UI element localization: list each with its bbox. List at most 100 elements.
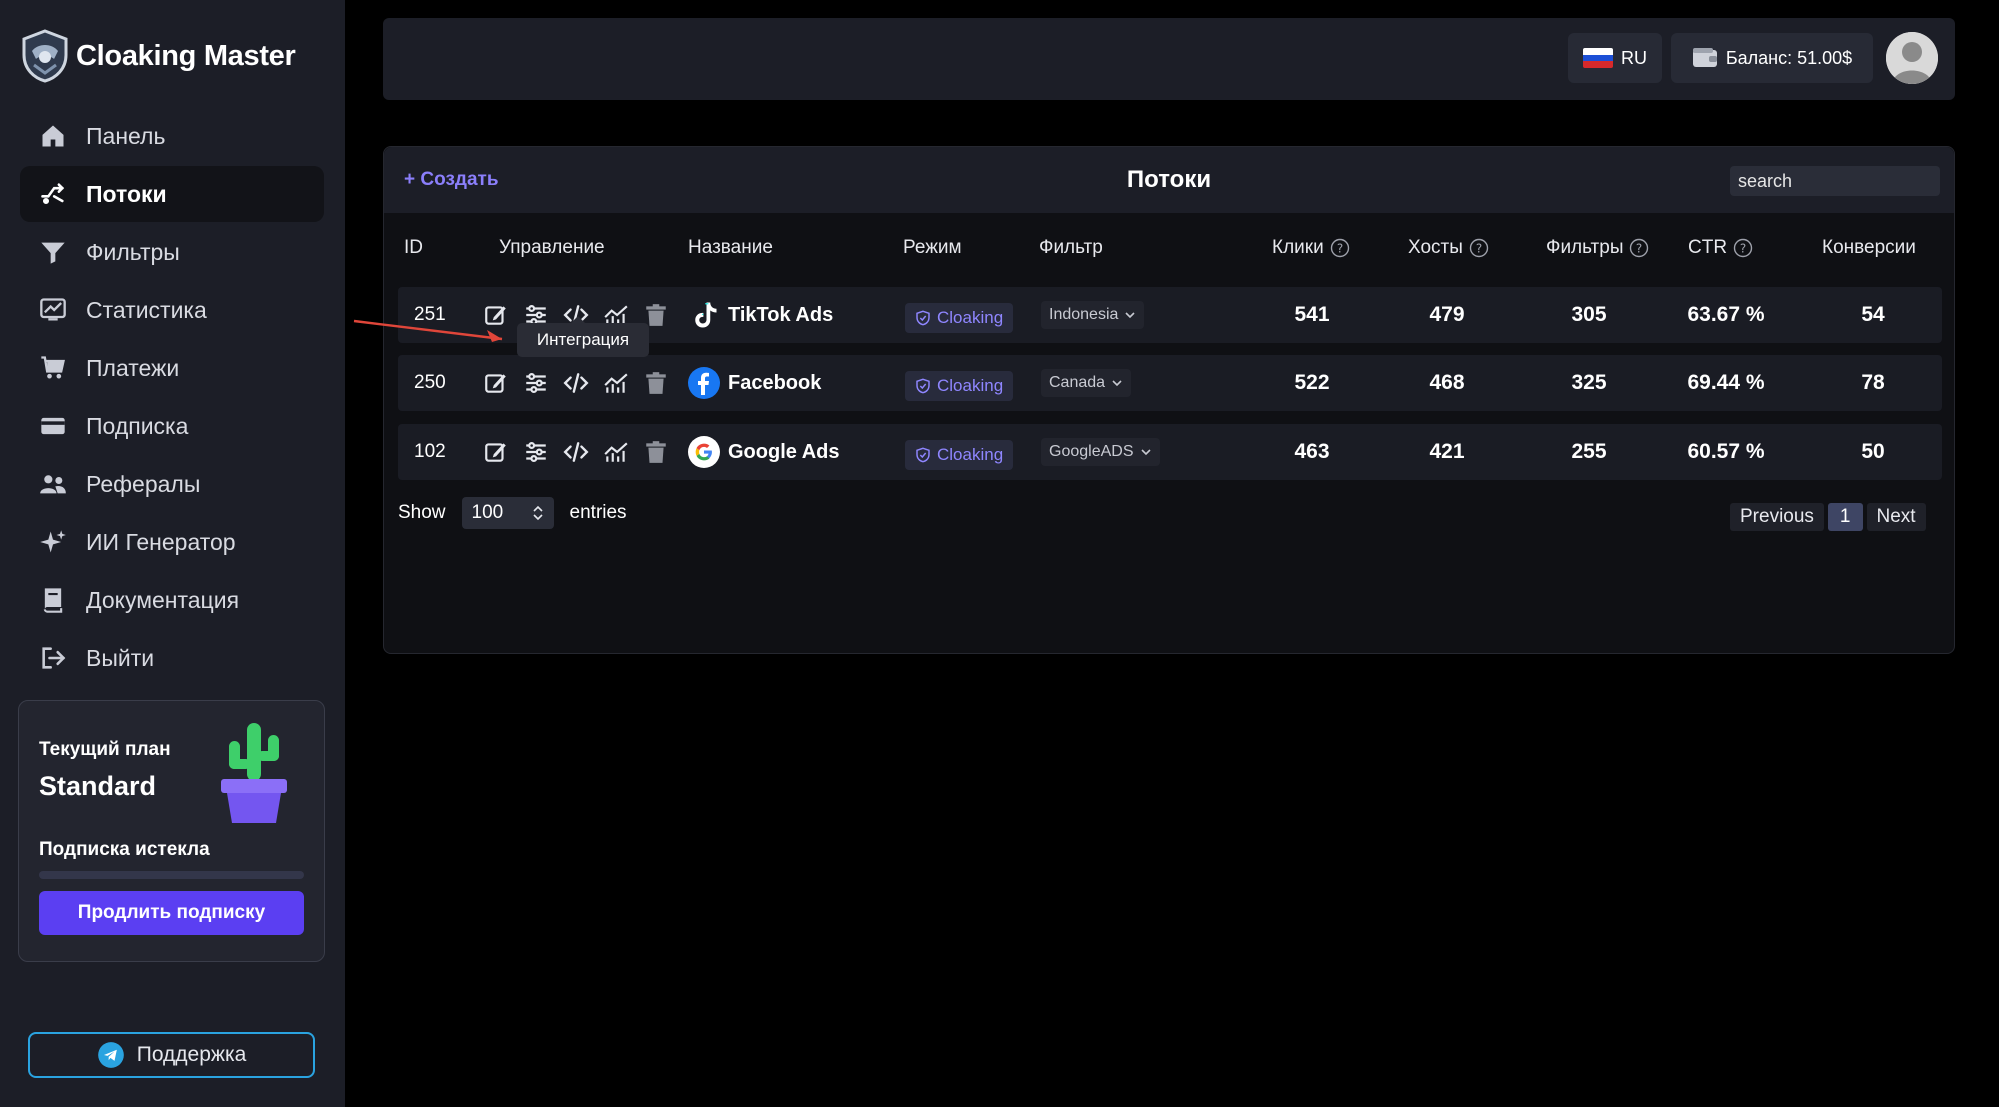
question-icon[interactable]: ? bbox=[1330, 238, 1350, 258]
show-label: Show bbox=[398, 502, 446, 523]
cell-ctr: 63.67 % bbox=[1687, 303, 1765, 326]
sidebar-item-referrals[interactable]: Рефералы bbox=[20, 456, 324, 512]
column-header-name[interactable]: Название bbox=[688, 237, 773, 259]
cell-filters: 325 bbox=[1571, 371, 1607, 394]
language-selector[interactable]: RU bbox=[1568, 33, 1662, 83]
cactus-icon bbox=[221, 723, 287, 823]
streams-icon bbox=[38, 179, 68, 209]
users-icon bbox=[38, 469, 68, 499]
column-header-hosts[interactable]: Хосты ? bbox=[1408, 237, 1489, 259]
page-length-control: Show 100 entries bbox=[398, 497, 627, 529]
edit-icon[interactable] bbox=[482, 369, 510, 397]
sidebar-item-documentation[interactable]: Документация bbox=[20, 572, 324, 628]
cell-hosts: 421 bbox=[1429, 440, 1465, 463]
sidebar-item-label: Рефералы bbox=[86, 470, 201, 497]
sidebar-item-filters[interactable]: Фильтры bbox=[20, 224, 324, 280]
sidebar-item-label: Фильтры bbox=[86, 238, 180, 265]
sidebar-item-label: Подписка bbox=[86, 412, 189, 439]
pagination-next[interactable]: Next bbox=[1866, 503, 1926, 531]
search-input[interactable] bbox=[1730, 166, 1940, 196]
sidebar: Cloaking Master Панель Потоки Фильтры Ст… bbox=[0, 0, 345, 1107]
trash-icon[interactable] bbox=[642, 369, 670, 397]
column-header-filter[interactable]: Фильтр bbox=[1039, 237, 1103, 259]
column-header-label: Клики bbox=[1272, 237, 1324, 258]
svg-text:?: ? bbox=[1337, 242, 1343, 256]
table-row: 250 Facebook Cloaking Canada 522 468 325… bbox=[398, 355, 1942, 411]
code-integration-icon[interactable] bbox=[562, 369, 590, 397]
brand-name: Cloaking Master bbox=[76, 39, 296, 72]
filter-select[interactable]: GoogleADS bbox=[1041, 438, 1160, 466]
facebook-logo-icon bbox=[688, 367, 720, 399]
column-header-clicks[interactable]: Клики ? bbox=[1272, 237, 1350, 259]
question-icon[interactable]: ? bbox=[1469, 238, 1489, 258]
sparkles-icon bbox=[38, 527, 68, 557]
cell-name[interactable]: TikTok Ads bbox=[688, 287, 833, 343]
user-placeholder-icon bbox=[1886, 32, 1938, 84]
stream-name: Google Ads bbox=[728, 440, 840, 463]
support-label: Поддержка bbox=[136, 1043, 247, 1066]
cell-name[interactable]: Google Ads bbox=[688, 424, 839, 480]
support-button[interactable]: Поддержка bbox=[28, 1032, 315, 1078]
question-icon[interactable]: ? bbox=[1733, 238, 1753, 258]
shield-check-icon bbox=[916, 447, 930, 463]
cell-name[interactable]: Facebook bbox=[688, 355, 821, 411]
sidebar-item-payments[interactable]: Платежи bbox=[20, 340, 324, 396]
column-header-mode[interactable]: Режим bbox=[903, 237, 962, 259]
mode-label: Cloaking bbox=[937, 445, 1004, 464]
home-icon bbox=[38, 121, 68, 151]
filter-icon bbox=[38, 237, 68, 267]
svg-text:?: ? bbox=[1476, 242, 1482, 256]
trash-icon[interactable] bbox=[642, 438, 670, 466]
pagination-page-1[interactable]: 1 bbox=[1827, 503, 1863, 531]
page-title: Потоки bbox=[1126, 166, 1212, 193]
stats-chart-icon[interactable] bbox=[602, 369, 630, 397]
pagination: Previous 1 Next bbox=[1730, 503, 1926, 531]
sidebar-item-subscription[interactable]: Подписка bbox=[20, 398, 324, 454]
cell-filter: GoogleADS bbox=[1041, 424, 1160, 480]
sidebar-item-logout[interactable]: Выйти bbox=[20, 630, 324, 686]
table-header: ID Управление Название Режим Фильтр Клик… bbox=[398, 237, 1942, 277]
card-icon bbox=[38, 411, 68, 441]
cell-conversions: 50 bbox=[1861, 440, 1885, 463]
code-integration-icon[interactable] bbox=[562, 438, 590, 466]
filter-select[interactable]: Canada bbox=[1041, 369, 1132, 397]
edit-icon[interactable] bbox=[482, 438, 510, 466]
page-length-select[interactable]: 100 bbox=[461, 497, 554, 529]
column-header-id[interactable]: ID bbox=[404, 237, 423, 259]
sidebar-item-dashboard[interactable]: Панель bbox=[20, 108, 324, 164]
wallet-icon bbox=[1692, 48, 1717, 67]
user-avatar[interactable] bbox=[1886, 32, 1938, 84]
stats-chart-icon[interactable] bbox=[602, 438, 630, 466]
shield-logo-icon bbox=[22, 29, 68, 83]
balance-text: Баланс: 51.00$ bbox=[1725, 47, 1853, 68]
book-icon bbox=[38, 585, 68, 615]
stream-name: Facebook bbox=[728, 371, 822, 394]
column-header-label: CTR bbox=[1688, 237, 1728, 258]
brand[interactable]: Cloaking Master bbox=[20, 28, 296, 84]
question-icon[interactable]: ? bbox=[1629, 238, 1649, 258]
column-header-label: Фильтры bbox=[1546, 237, 1624, 258]
sidebar-nav: Панель Потоки Фильтры Статистика Платежи bbox=[20, 108, 324, 688]
pagination-previous[interactable]: Previous bbox=[1730, 503, 1824, 531]
column-header-conversions[interactable]: Конверсии bbox=[1822, 237, 1916, 259]
annotation-arrow-icon bbox=[353, 319, 503, 342]
column-header-filters[interactable]: Фильтры ? bbox=[1546, 237, 1649, 259]
cell-hosts: 479 bbox=[1429, 303, 1465, 326]
sidebar-item-ai-generator[interactable]: ИИ Генератор bbox=[20, 514, 324, 570]
tiktok-logo-icon bbox=[688, 299, 720, 331]
filter-value: GoogleADS bbox=[1049, 443, 1134, 460]
sidebar-item-streams[interactable]: Потоки bbox=[20, 166, 324, 222]
cell-ctr: 60.57 % bbox=[1687, 440, 1765, 463]
renew-subscription-button[interactable]: Продлить подписку bbox=[39, 891, 304, 935]
russia-flag-icon bbox=[1583, 48, 1613, 68]
balance-display[interactable]: Баланс: 51.00$ bbox=[1671, 33, 1873, 83]
column-header-ctr[interactable]: CTR ? bbox=[1688, 237, 1753, 259]
sidebar-item-statistics[interactable]: Статистика bbox=[20, 282, 324, 338]
filter-select[interactable]: Indonesia bbox=[1041, 301, 1145, 329]
column-header-label: Хосты bbox=[1408, 237, 1463, 258]
subscription-progress-bar bbox=[39, 871, 304, 879]
settings-sliders-icon[interactable] bbox=[522, 438, 550, 466]
top-bar: RU Баланс: 51.00$ bbox=[383, 18, 1955, 100]
settings-sliders-icon[interactable] bbox=[522, 369, 550, 397]
integration-tooltip: Интеграция bbox=[517, 316, 649, 357]
